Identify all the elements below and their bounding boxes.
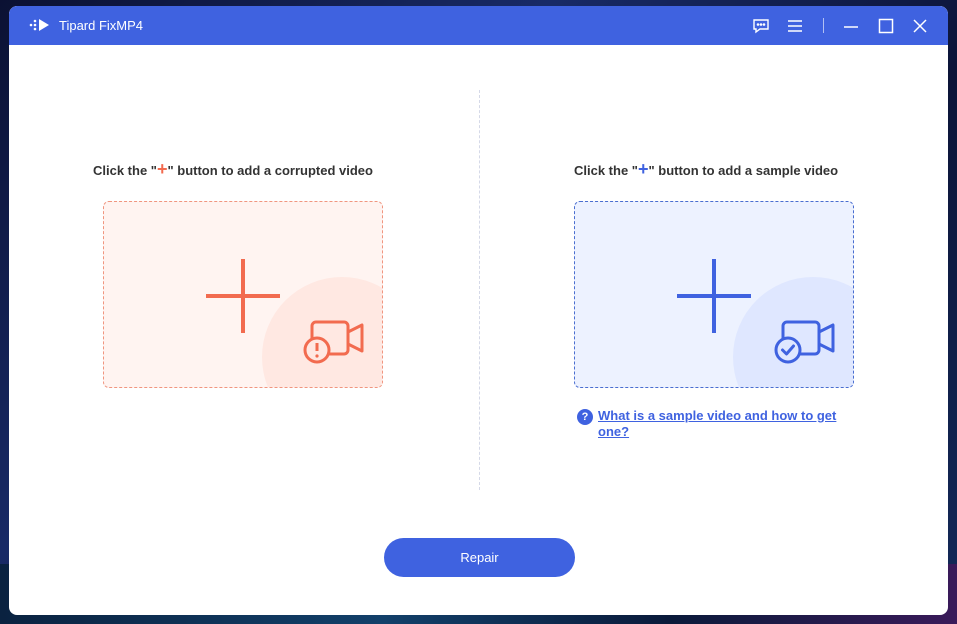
feedback-icon[interactable]	[751, 16, 771, 36]
sample-video-help-link[interactable]: What is a sample video and how to get on…	[598, 408, 858, 440]
app-title: Tipard FixMP4	[59, 18, 144, 33]
instruction-suffix: " button to add a sample video	[648, 163, 839, 178]
panel-divider	[479, 90, 480, 490]
repair-button[interactable]: Repair	[384, 538, 575, 577]
app-window: Tipard FixMP4 Click the "+" button to ad…	[9, 6, 948, 615]
corrupted-video-instruction: Click the "+" button to add a corrupted …	[93, 159, 373, 180]
menu-icon[interactable]	[785, 16, 805, 36]
video-check-icon	[774, 320, 835, 364]
blue-plus-glyph: +	[637, 159, 649, 179]
help-question-icon: ?	[577, 409, 593, 425]
maximize-icon[interactable]	[876, 16, 896, 36]
instruction-suffix: " button to add a corrupted video	[167, 163, 373, 178]
instruction-prefix: Click the "	[574, 163, 638, 178]
red-plus-glyph: +	[156, 159, 168, 179]
close-icon[interactable]	[910, 16, 930, 36]
video-warning-icon	[303, 320, 364, 364]
add-plus-icon	[677, 259, 751, 333]
instruction-prefix: Click the "	[93, 163, 157, 178]
title-bar: Tipard FixMP4	[9, 6, 948, 45]
sample-video-help: ? What is a sample video and how to get …	[577, 408, 867, 440]
add-corrupted-video-dropzone[interactable]	[103, 201, 383, 388]
add-sample-video-dropzone[interactable]	[574, 201, 854, 388]
sample-video-instruction: Click the "+" button to add a sample vid…	[574, 159, 838, 180]
titlebar-separator	[823, 18, 824, 33]
add-plus-icon	[206, 259, 280, 333]
minimize-icon[interactable]	[841, 16, 861, 36]
app-logo-icon	[29, 19, 49, 31]
